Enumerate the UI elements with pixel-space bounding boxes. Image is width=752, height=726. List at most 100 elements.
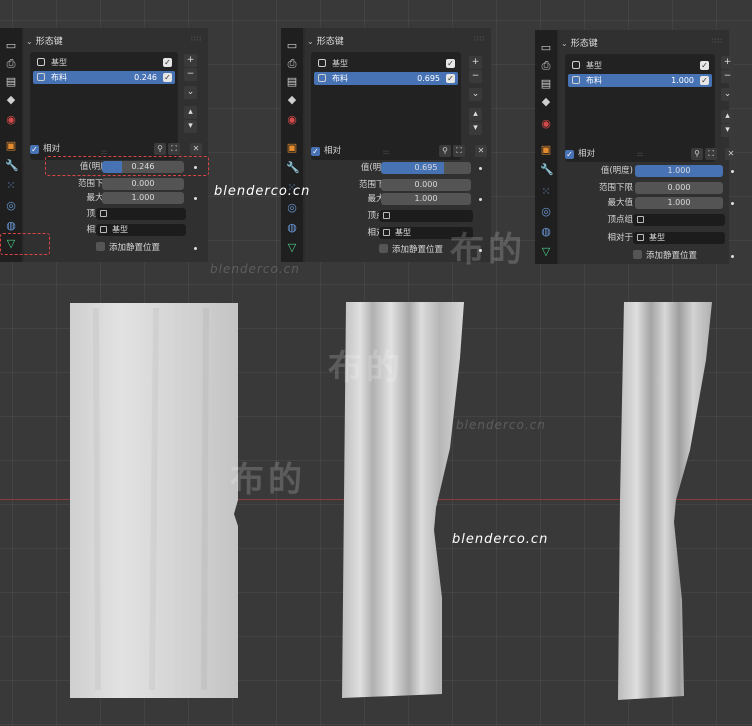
move-up-button[interactable]: ▴ bbox=[184, 106, 197, 119]
max-field[interactable]: 1.000 bbox=[102, 192, 184, 204]
max-field[interactable]: 1.000 bbox=[381, 193, 471, 205]
rest-position-checkbox[interactable] bbox=[379, 244, 388, 253]
relative-checkbox[interactable]: ✓ bbox=[311, 147, 320, 156]
specials-menu-button[interactable]: ⌄ bbox=[469, 88, 482, 101]
list-item[interactable]: 基型 ✓ bbox=[568, 59, 712, 72]
keyframe-dot[interactable] bbox=[731, 170, 734, 173]
keyframe-dot[interactable] bbox=[731, 255, 734, 258]
modifier-icon[interactable]: 🔧 bbox=[286, 162, 300, 174]
edit-mode-icon[interactable]: ⛶ bbox=[168, 143, 180, 155]
scene-icon[interactable]: ◆ bbox=[5, 94, 17, 106]
pin-icon[interactable]: ⚲ bbox=[439, 145, 451, 157]
world-icon[interactable]: ◉ bbox=[5, 114, 17, 126]
vertex-group-field[interactable] bbox=[633, 214, 725, 226]
constraints-icon[interactable]: ◍ bbox=[5, 220, 17, 232]
physics-icon[interactable]: ◎ bbox=[540, 206, 552, 218]
view-layer-icon[interactable]: ▤ bbox=[540, 78, 552, 90]
vertex-group-field[interactable] bbox=[96, 208, 186, 220]
rest-position-row[interactable]: 添加静置位置 bbox=[633, 250, 697, 263]
enable-checkbox[interactable]: ✓ bbox=[700, 61, 709, 70]
add-shape-key-button[interactable]: + bbox=[184, 54, 197, 67]
rest-position-checkbox[interactable] bbox=[633, 250, 642, 259]
output-icon[interactable]: ⎙ bbox=[540, 60, 552, 72]
view-layer-icon[interactable]: ▤ bbox=[286, 76, 298, 88]
move-up-button[interactable]: ▴ bbox=[721, 110, 734, 123]
render-icon[interactable]: ▭ bbox=[540, 42, 552, 54]
move-down-button[interactable]: ▾ bbox=[469, 122, 482, 135]
panel-header[interactable]: ⌄ 形态键 bbox=[307, 34, 344, 47]
constraints-icon[interactable]: ◍ bbox=[286, 222, 298, 234]
world-icon[interactable]: ◉ bbox=[540, 118, 552, 130]
object-icon[interactable]: ▣ bbox=[540, 144, 552, 156]
drag-handle-icon[interactable]: ∷∷ bbox=[712, 37, 723, 45]
shape-key-value[interactable]: 1.000 bbox=[671, 74, 694, 87]
world-icon[interactable]: ◉ bbox=[286, 114, 298, 126]
enable-checkbox[interactable]: ✓ bbox=[446, 59, 455, 68]
enable-checkbox[interactable]: ✓ bbox=[163, 58, 172, 67]
scene-icon[interactable]: ◆ bbox=[540, 96, 552, 108]
resize-grip-icon[interactable]: ::: bbox=[637, 151, 643, 158]
clear-icon[interactable]: ✕ bbox=[190, 143, 202, 155]
modifier-icon[interactable]: 🔧 bbox=[540, 164, 554, 176]
remove-shape-key-button[interactable]: − bbox=[469, 70, 482, 83]
enable-checkbox[interactable]: ✓ bbox=[446, 74, 455, 83]
render-icon[interactable]: ▭ bbox=[286, 40, 298, 52]
keyframe-dot[interactable] bbox=[194, 197, 197, 200]
data-icon[interactable]: ▽ bbox=[540, 246, 552, 258]
relative-checkbox[interactable]: ✓ bbox=[565, 150, 574, 159]
list-item-selected[interactable]: 布料 0.695 ✓ bbox=[314, 72, 458, 85]
output-icon[interactable]: ⎙ bbox=[286, 58, 298, 70]
list-item[interactable]: 基型 ✓ bbox=[33, 56, 175, 69]
shape-key-value[interactable]: 0.246 bbox=[134, 71, 157, 84]
move-down-button[interactable]: ▾ bbox=[184, 120, 197, 133]
pin-icon[interactable]: ⚲ bbox=[691, 148, 703, 160]
edit-mode-icon[interactable]: ⛶ bbox=[705, 148, 717, 160]
vertex-group-field[interactable] bbox=[379, 210, 473, 222]
relative-toggle[interactable]: ✓ 相对 bbox=[30, 142, 60, 156]
relative-to-field[interactable]: 基型 bbox=[633, 232, 725, 244]
relative-to-field[interactable]: 基型 bbox=[96, 224, 186, 236]
drag-handle-icon[interactable]: ∷∷ bbox=[191, 35, 202, 43]
modifier-icon[interactable]: 🔧 bbox=[5, 160, 19, 172]
range-min-field[interactable]: 0.000 bbox=[102, 178, 184, 190]
range-min-field[interactable]: 0.000 bbox=[635, 182, 723, 194]
clear-icon[interactable]: ✕ bbox=[475, 145, 487, 157]
add-shape-key-button[interactable]: + bbox=[469, 56, 482, 69]
value-slider[interactable]: 1.000 bbox=[635, 165, 723, 177]
move-down-button[interactable]: ▾ bbox=[721, 124, 734, 137]
rest-position-row[interactable]: 添加静置位置 bbox=[379, 244, 443, 257]
pin-icon[interactable]: ⚲ bbox=[154, 143, 166, 155]
relative-checkbox[interactable]: ✓ bbox=[30, 145, 39, 154]
move-up-button[interactable]: ▴ bbox=[469, 108, 482, 121]
specials-menu-button[interactable]: ⌄ bbox=[184, 86, 197, 99]
object-icon[interactable]: ▣ bbox=[5, 140, 17, 152]
list-item-selected[interactable]: 布料 0.246 ✓ bbox=[33, 71, 175, 84]
keyframe-dot[interactable] bbox=[194, 247, 197, 250]
specials-menu-button[interactable]: ⌄ bbox=[721, 88, 734, 101]
particles-icon[interactable]: ⁙ bbox=[540, 186, 552, 198]
list-item[interactable]: 基型 ✓ bbox=[314, 57, 458, 70]
constraints-icon[interactable]: ◍ bbox=[540, 226, 552, 238]
object-icon[interactable]: ▣ bbox=[286, 142, 298, 154]
rest-position-row[interactable]: 添加静置位置 bbox=[96, 242, 160, 255]
rest-position-checkbox[interactable] bbox=[96, 242, 105, 251]
render-icon[interactable]: ▭ bbox=[5, 40, 17, 52]
value-slider[interactable]: 0.695 bbox=[381, 162, 471, 174]
add-shape-key-button[interactable]: + bbox=[721, 56, 734, 69]
shape-key-value[interactable]: 0.695 bbox=[417, 72, 440, 85]
relative-toggle[interactable]: ✓ 相对 bbox=[565, 147, 595, 161]
remove-shape-key-button[interactable]: − bbox=[184, 68, 197, 81]
scene-icon[interactable]: ◆ bbox=[286, 94, 298, 106]
remove-shape-key-button[interactable]: − bbox=[721, 70, 734, 83]
physics-icon[interactable]: ◎ bbox=[5, 200, 17, 212]
max-field[interactable]: 1.000 bbox=[635, 197, 723, 209]
drag-handle-icon[interactable]: ∷∷ bbox=[474, 35, 485, 43]
panel-header[interactable]: ⌄ 形态键 bbox=[26, 34, 63, 47]
data-icon[interactable]: ▽ bbox=[286, 242, 298, 254]
output-icon[interactable]: ⎙ bbox=[5, 58, 17, 70]
range-min-field[interactable]: 0.000 bbox=[381, 179, 471, 191]
enable-checkbox[interactable]: ✓ bbox=[163, 73, 172, 82]
keyframe-dot[interactable] bbox=[479, 167, 482, 170]
relative-toggle[interactable]: ✓ 相对 bbox=[311, 144, 341, 158]
keyframe-dot[interactable] bbox=[479, 198, 482, 201]
